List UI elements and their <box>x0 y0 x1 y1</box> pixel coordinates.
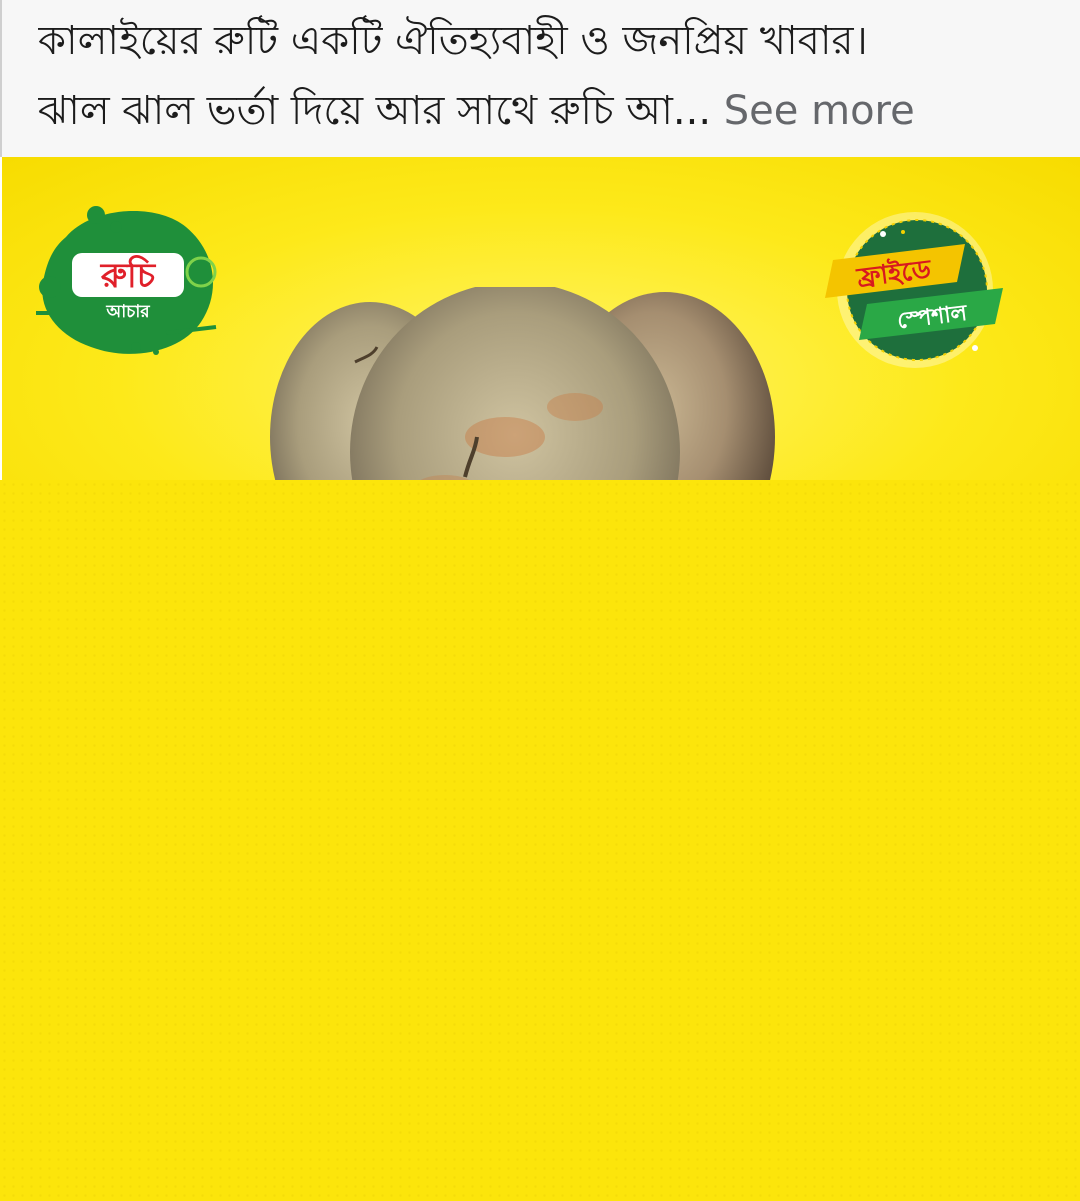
image-yellow-background <box>0 480 1080 1201</box>
see-more-link[interactable]: See more <box>724 88 915 134</box>
logo-main-text: রুচি <box>100 255 157 296</box>
post-caption: কালাইয়ের রুটি একটি ঐতিহ্যবাহী ও জনপ্রিয… <box>0 0 1080 157</box>
friday-special-badge: ফ্রাইডে স্পেশাল <box>825 212 1003 368</box>
caption-line-2: ঝাল ঝাল ভর্তা দিয়ে আর সাথে রুচি আ... Se… <box>38 76 1050 146</box>
ruchi-achar-logo: রুচি আচার <box>36 206 217 355</box>
roti-stack-image <box>270 287 775 480</box>
image-left-border <box>0 157 2 495</box>
post-image[interactable]: রুচি আচার ফ্রাইডে স্পেশাল <box>0 157 1080 480</box>
logo-sub-text: আচার <box>105 302 150 322</box>
caption-line-1: কালাইয়ের রুটি একটি ঐতিহ্যবাহী ও জনপ্রিয… <box>38 18 868 64</box>
caption-line-2-text: ঝাল ঝাল ভর্তা দিয়ে আর সাথে রুচি আ... <box>38 88 712 134</box>
